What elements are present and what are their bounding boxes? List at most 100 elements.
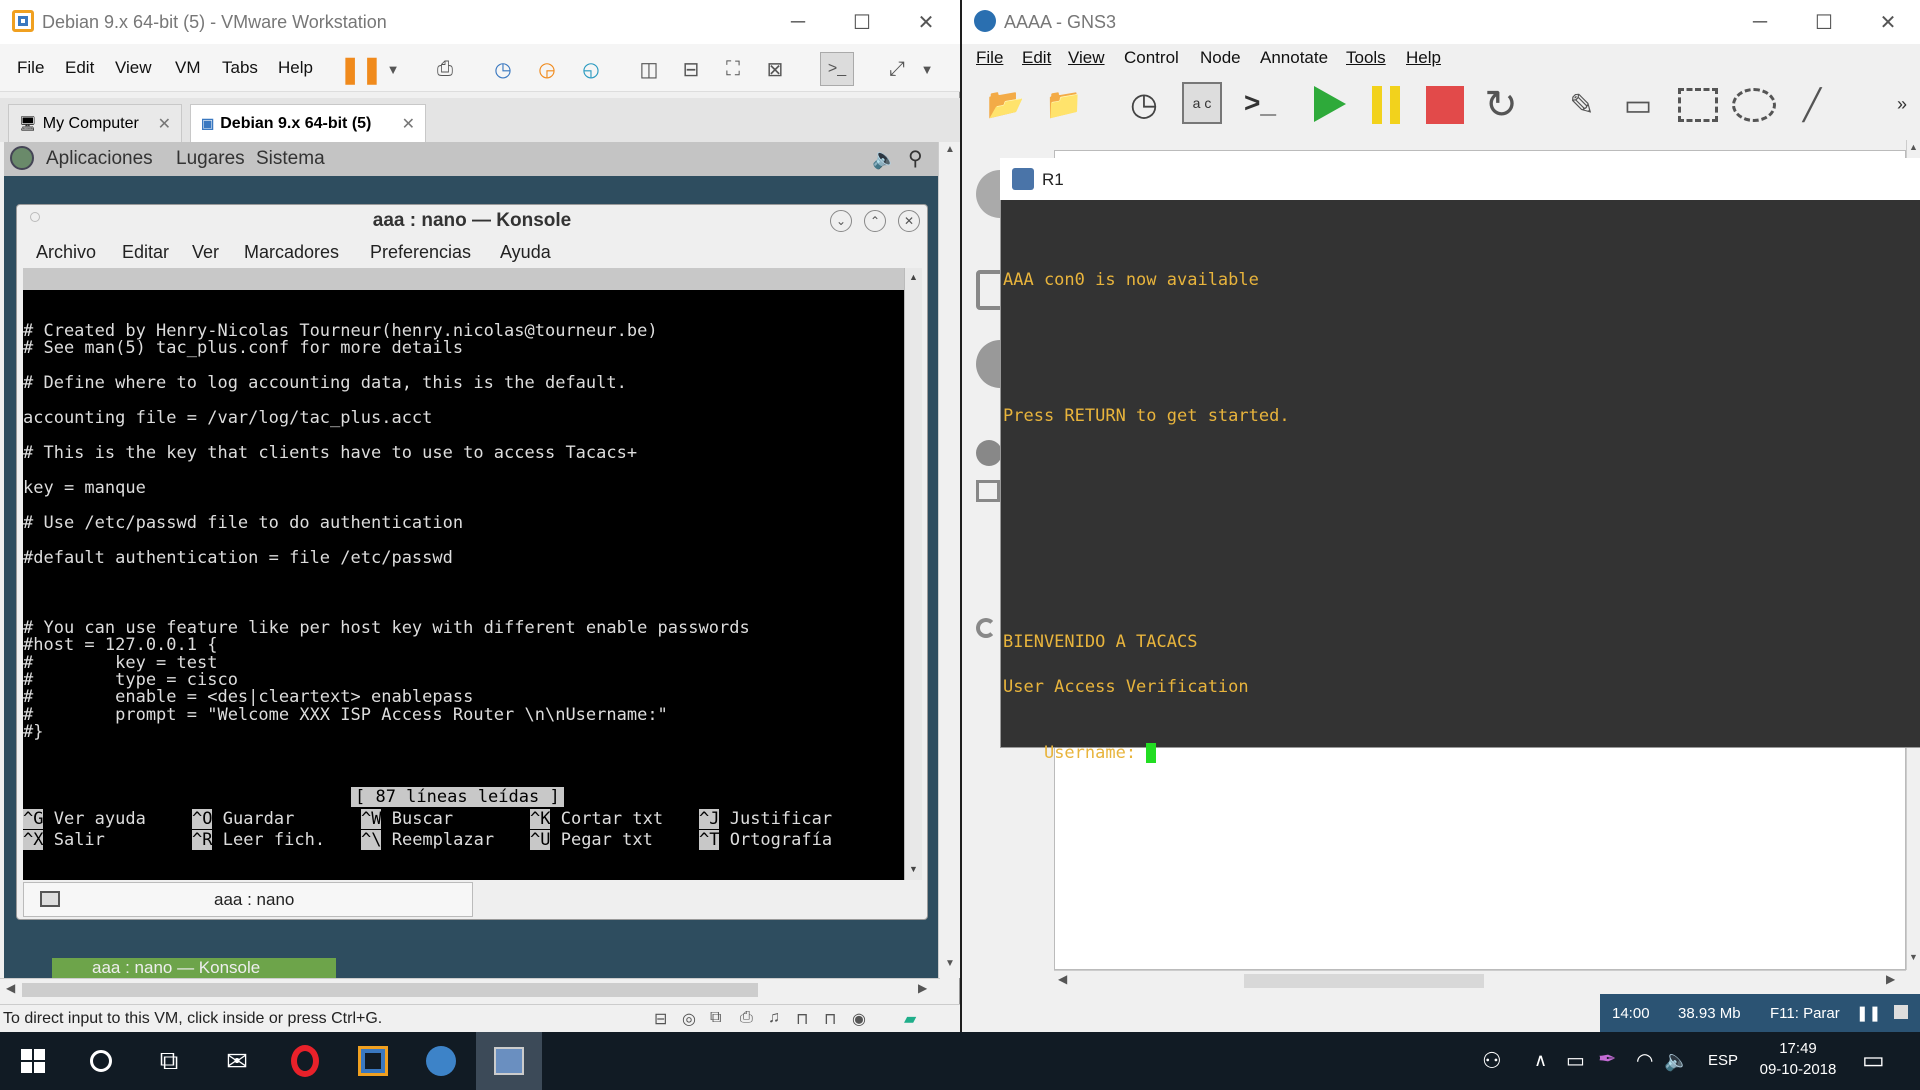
menu-ver[interactable]: Ver (192, 242, 219, 263)
close-icon[interactable]: ✕ (898, 210, 920, 232)
scroll-left-icon[interactable]: ◀ (1058, 972, 1067, 986)
cd-icon[interactable]: ◎ (682, 1009, 696, 1029)
input-language[interactable]: ESP (1708, 1052, 1738, 1069)
scroll-up-icon[interactable]: ▲ (909, 272, 918, 282)
window-menu-icon[interactable] (30, 212, 40, 222)
close-icon[interactable]: ✕ (158, 114, 171, 134)
menu-marcadores[interactable]: Marcadores (244, 242, 339, 263)
sidebar-view-icon[interactable]: ◫ (634, 54, 664, 84)
snapshot-clock-icon[interactable]: ◷ (1122, 82, 1166, 126)
printer-icon[interactable]: ⎙ (740, 1009, 753, 1027)
r1-console-titlebar[interactable]: R1 (1000, 158, 1920, 200)
taskbar-putty[interactable] (476, 1032, 542, 1090)
scroll-down-icon[interactable]: ▼ (945, 958, 955, 969)
vmware-vertical-scrollbar[interactable]: ▲ ▼ (938, 142, 960, 978)
console-all-icon[interactable]: >_ (1236, 82, 1284, 124)
pen-icon[interactable]: ✒ (1598, 1046, 1616, 1072)
chevron-up-icon[interactable]: ∧ (1534, 1050, 1547, 1071)
r1-terminal[interactable]: AAA con0 is now available Press RETURN t… (1001, 200, 1920, 763)
notifications-icon[interactable]: ▭ (1862, 1046, 1885, 1075)
battery-icon[interactable]: ▭ (1566, 1048, 1585, 1073)
chevron-down-icon[interactable]: ▼ (912, 54, 942, 84)
menu-tabs[interactable]: Tabs (222, 58, 258, 78)
menu-view[interactable]: View (115, 58, 152, 78)
scroll-thumb[interactable] (1244, 974, 1484, 988)
suspend-all-icon[interactable] (1370, 86, 1404, 124)
gnome-task-konsole[interactable]: aaa : nano — Konsole (52, 958, 336, 978)
snapshot-icon[interactable]: ◷ (488, 54, 518, 84)
close-button[interactable]: ✕ (894, 0, 958, 44)
usb-icon[interactable]: ⊓ (824, 1009, 836, 1029)
start-all-icon[interactable] (1314, 86, 1346, 122)
maximize-button[interactable]: ☐ (830, 0, 894, 44)
hdd-icon[interactable]: ⊟ (654, 1009, 667, 1029)
menu-archivo[interactable]: Archivo (36, 242, 96, 263)
menu-ayuda[interactable]: Ayuda (500, 242, 551, 263)
volume-icon[interactable]: 🔈 (872, 146, 897, 171)
draw-rectangle-icon[interactable] (1678, 88, 1718, 122)
usb-icon[interactable]: ⊓ (796, 1009, 808, 1029)
cortana-button[interactable] (68, 1032, 134, 1090)
maximize-button[interactable]: ☐ (1792, 0, 1856, 44)
menu-edit[interactable]: Edit (65, 58, 94, 78)
pause-icon[interactable]: ❚❚ (339, 54, 383, 84)
scroll-up-icon[interactable]: ▲ (1909, 142, 1918, 152)
fullscreen-icon[interactable]: ⛶ (718, 54, 748, 84)
stop-all-icon[interactable] (1426, 86, 1464, 124)
sound-icon[interactable]: ♫ (768, 1009, 780, 1027)
konsole-scrollbar[interactable]: ▲ ▼ (904, 268, 922, 880)
menu-preferencias[interactable]: Preferencias (370, 242, 471, 263)
reload-all-icon[interactable]: ↻ (1478, 82, 1524, 128)
scroll-thumb[interactable] (22, 983, 758, 997)
revert-snapshot-icon[interactable]: ◶ (532, 54, 562, 84)
gns3-horizontal-scrollbar[interactable]: ◀ ▶ (1054, 970, 1906, 990)
snapshot-manager-icon[interactable]: ◵ (576, 54, 606, 84)
message-log-icon[interactable]: ▰ (904, 1009, 916, 1029)
wifi-icon[interactable]: ◠ (1636, 1048, 1653, 1073)
draw-line-icon[interactable]: ╱ (1790, 84, 1834, 126)
scroll-right-icon[interactable]: ▶ (1886, 972, 1895, 986)
more-tools-icon[interactable]: » (1892, 92, 1912, 116)
tab-my-computer[interactable]: 🖥 My Computer ✕ (8, 104, 182, 142)
taskbar-gns3[interactable] (408, 1032, 474, 1090)
menu-sistema[interactable]: Sistema (256, 148, 325, 170)
taskbar-mail[interactable]: ✉ (204, 1032, 270, 1090)
close-button[interactable]: ✕ (1856, 0, 1920, 44)
minimize-button[interactable]: ─ (766, 0, 830, 44)
menu-vm[interactable]: VM (175, 58, 201, 78)
taskbar-vmware[interactable] (340, 1032, 406, 1090)
network-icon[interactable]: ⚲ (908, 146, 923, 171)
scroll-right-icon[interactable]: ▶ (918, 981, 927, 995)
menu-node[interactable]: Node (1200, 48, 1241, 68)
chevron-down-icon[interactable]: ⌄ (830, 210, 852, 232)
record-icon[interactable]: ◉ (852, 1009, 866, 1029)
menu-edit[interactable]: Edit (1022, 48, 1051, 68)
stretch-icon[interactable]: ⤢ (882, 54, 912, 84)
taskbar-clock[interactable]: 17:49 09-10-2018 (1758, 1038, 1838, 1086)
thumbnail-view-icon[interactable]: ⊟ (676, 54, 706, 84)
browse-security-icon[interactable] (976, 480, 1000, 502)
scroll-down-icon[interactable]: ▼ (1909, 952, 1918, 962)
menu-lugares[interactable]: Lugares (176, 148, 245, 170)
menu-annotate[interactable]: Annotate (1260, 48, 1328, 68)
start-button[interactable] (0, 1032, 66, 1090)
menu-file[interactable]: File (976, 48, 1003, 68)
menu-aplicaciones[interactable]: Aplicaciones (46, 148, 153, 170)
scroll-up-icon[interactable]: ▲ (945, 144, 955, 155)
unity-icon[interactable]: ⊠ (760, 54, 790, 84)
people-icon[interactable]: ⚇ (1482, 1048, 1502, 1074)
menu-tools[interactable]: Tools (1346, 48, 1386, 68)
scroll-left-icon[interactable]: ◀ (6, 981, 15, 995)
menu-help[interactable]: Help (278, 58, 313, 78)
tab-debian[interactable]: ▣ Debian 9.x 64-bit (5) ✕ (190, 104, 426, 142)
browse-all-devices-icon[interactable] (976, 440, 1002, 466)
chevron-down-icon[interactable]: ▼ (378, 54, 408, 84)
scroll-down-icon[interactable]: ▼ (909, 864, 918, 874)
close-icon[interactable]: ✕ (402, 114, 415, 134)
insert-picture-icon[interactable]: ▭ (1616, 84, 1660, 126)
send-keys-icon[interactable]: ⎙ (430, 54, 460, 84)
menu-editar[interactable]: Editar (122, 242, 169, 263)
gns3-titlebar[interactable]: AAAA - GNS3 ─ ☐ ✕ (962, 0, 1920, 44)
chevron-up-icon[interactable]: ⌃ (864, 210, 886, 232)
minimize-button[interactable]: ─ (1728, 0, 1792, 44)
